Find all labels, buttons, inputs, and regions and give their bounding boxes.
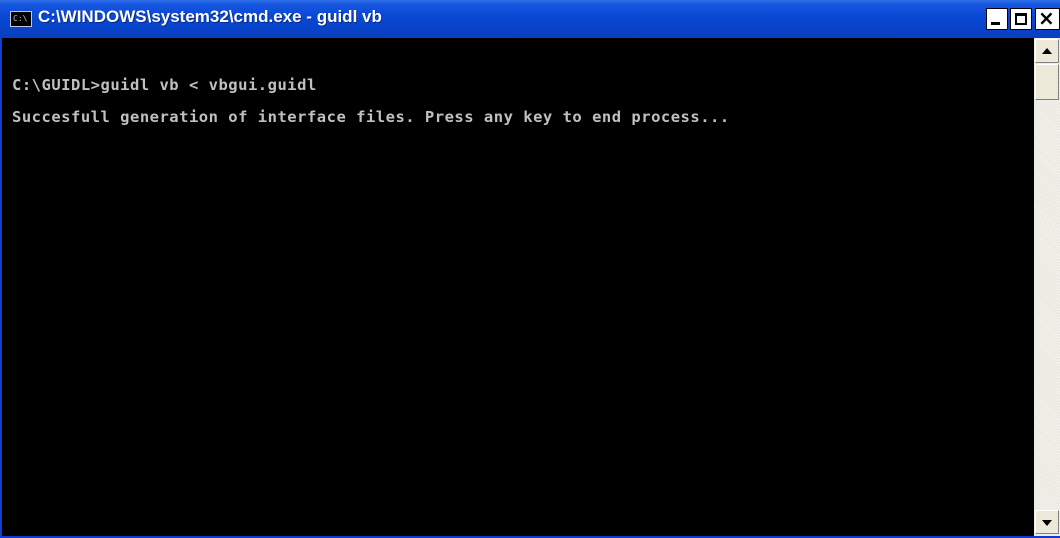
scroll-down-button[interactable] xyxy=(1035,510,1059,534)
maximize-button[interactable] xyxy=(1010,8,1032,30)
scrollbar-thumb[interactable] xyxy=(1035,64,1059,100)
console-window: C:\ C:\WINDOWS\system32\cmd.exe - guidl … xyxy=(0,0,1060,538)
minimize-button[interactable] xyxy=(986,8,1008,30)
console-app-icon[interactable]: C:\ xyxy=(10,11,32,27)
scroll-up-button[interactable] xyxy=(1035,39,1059,63)
window-title: C:\WINDOWS\system32\cmd.exe - guidl vb xyxy=(38,7,382,26)
scroll-down-arrow-icon xyxy=(1042,520,1052,526)
vertical-scrollbar[interactable] xyxy=(1034,38,1060,536)
console-output[interactable]: C:\GUIDL>guidl vb < vbgui.guidl Succesfu… xyxy=(2,58,1034,536)
maximize-icon xyxy=(1015,13,1027,25)
title-bar[interactable]: C:\ C:\WINDOWS\system32\cmd.exe - guidl … xyxy=(0,0,1060,38)
console-top-strip xyxy=(2,38,1034,58)
console-line-output: Succesfull generation of interface files… xyxy=(12,108,730,126)
close-icon: × xyxy=(1038,6,1055,30)
console-line-command: C:\GUIDL>guidl vb < vbgui.guidl xyxy=(12,76,317,94)
scroll-up-arrow-icon xyxy=(1042,48,1052,54)
close-button[interactable]: × xyxy=(1035,6,1060,30)
minimize-icon xyxy=(991,22,1000,25)
